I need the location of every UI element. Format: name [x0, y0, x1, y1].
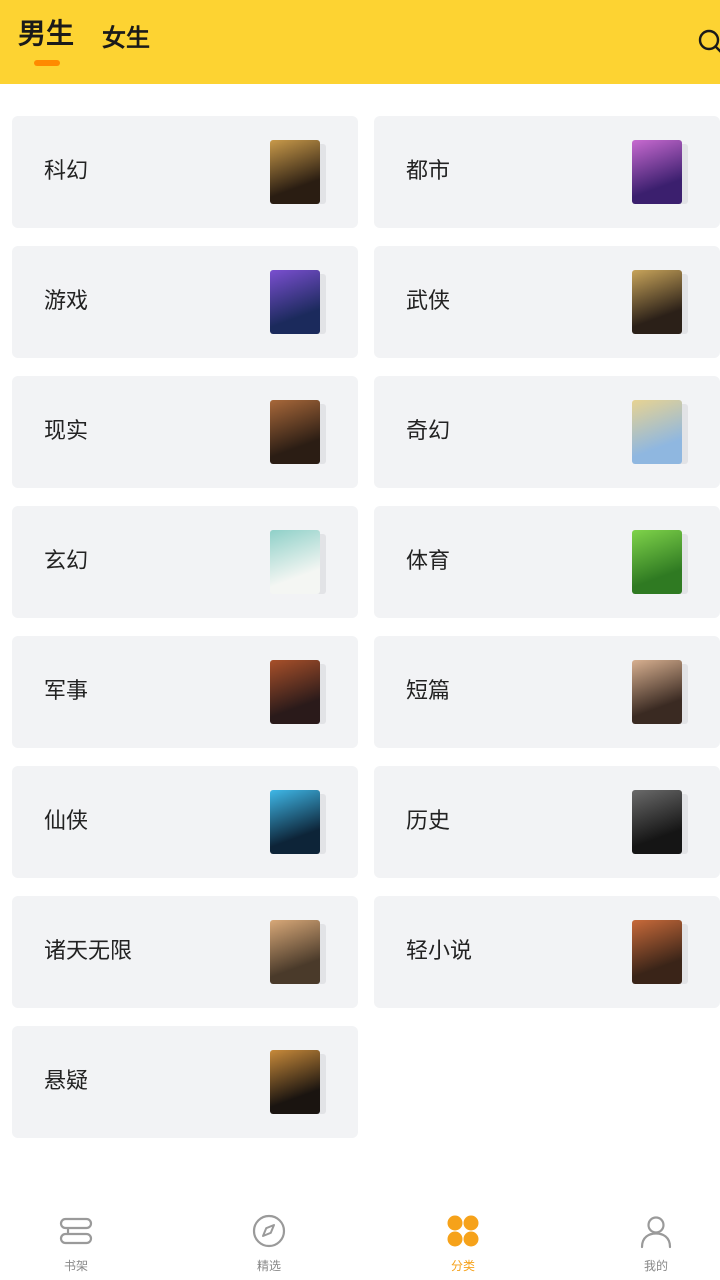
book-cover-image	[270, 660, 320, 724]
book-cover-image	[270, 270, 320, 334]
category-label: 历史	[406, 809, 451, 834]
top-header: 男生 女生	[0, 0, 720, 84]
category-card[interactable]: 玄幻	[12, 506, 358, 618]
book-cover-stack	[632, 530, 688, 594]
book-cover-stack	[270, 530, 326, 594]
bookshelf-icon	[59, 1217, 93, 1245]
user-icon	[640, 1216, 672, 1249]
tab-female[interactable]: 女生	[102, 18, 150, 53]
category-label: 体育	[406, 549, 451, 574]
category-card[interactable]: 仙侠	[12, 766, 358, 878]
tabbar-label-category: 分类	[450, 1259, 475, 1273]
book-cover-stack	[632, 920, 688, 984]
book-cover-stack	[632, 400, 688, 464]
book-cover-image	[270, 790, 320, 854]
book-cover-stack	[632, 140, 688, 204]
book-cover-stack	[270, 140, 326, 204]
book-cover-image	[632, 920, 682, 984]
category-label: 短篇	[406, 679, 451, 704]
book-cover-stack	[632, 660, 688, 724]
book-cover-image	[632, 790, 682, 854]
tabbar-label-featured: 精选	[256, 1259, 281, 1273]
category-label: 仙侠	[44, 809, 89, 834]
category-card[interactable]: 历史	[374, 766, 720, 878]
category-label: 科幻	[44, 159, 89, 184]
category-card[interactable]: 游戏	[12, 246, 358, 358]
category-label: 玄幻	[44, 549, 89, 574]
book-cover-image	[632, 270, 682, 334]
book-cover-image	[632, 140, 682, 204]
book-cover-stack	[632, 270, 688, 334]
category-grid: 科幻 都市游戏 武侠现实 奇幻玄幻 体育军事 短篇仙侠 历史诸天无限 轻小说悬疑	[12, 116, 720, 1138]
tabbar-item-bookshelf[interactable]: 书架	[16, 1205, 136, 1280]
category-card[interactable]: 诸天无限	[12, 896, 358, 1008]
category-card[interactable]: 体育	[374, 506, 720, 618]
book-cover-stack	[270, 790, 326, 854]
category-label: 现实	[44, 419, 89, 444]
category-card[interactable]: 现实	[12, 376, 358, 488]
tabbar-item-mine[interactable]: 我的	[596, 1205, 716, 1280]
search-icon	[698, 29, 720, 53]
category-card[interactable]: 武侠	[374, 246, 720, 358]
book-cover-stack	[270, 400, 326, 464]
book-cover-image	[270, 530, 320, 594]
category-label: 轻小说	[406, 939, 473, 964]
book-cover-stack	[270, 1050, 326, 1114]
category-label: 军事	[44, 679, 89, 704]
category-card[interactable]: 都市	[374, 116, 720, 228]
category-card[interactable]: 科幻	[12, 116, 358, 228]
category-card[interactable]: 军事	[12, 636, 358, 748]
tabbar-item-category[interactable]: 分类	[403, 1205, 523, 1280]
tabbar-label-bookshelf: 书架	[63, 1259, 88, 1273]
book-cover-stack	[270, 270, 326, 334]
category-grid-icon	[447, 1215, 479, 1247]
book-cover-stack	[632, 790, 688, 854]
category-card[interactable]: 奇幻	[374, 376, 720, 488]
tabbar-item-featured[interactable]: 精选	[209, 1205, 329, 1280]
book-cover-image	[270, 920, 320, 984]
category-card[interactable]: 短篇	[374, 636, 720, 748]
book-cover-image	[270, 400, 320, 464]
category-label: 悬疑	[44, 1069, 89, 1094]
bottom-tab-bar: 书架 精选 分类 我的	[0, 1205, 720, 1280]
search-button[interactable]	[696, 28, 720, 54]
category-label: 都市	[406, 159, 451, 184]
category-label: 游戏	[44, 289, 89, 314]
category-card[interactable]: 轻小说	[374, 896, 720, 1008]
category-label: 诸天无限	[44, 939, 133, 964]
book-cover-image	[270, 140, 320, 204]
book-cover-image	[632, 400, 682, 464]
category-card[interactable]: 悬疑	[12, 1026, 358, 1138]
tabbar-label-mine: 我的	[643, 1259, 668, 1273]
book-cover-image	[632, 660, 682, 724]
compass-icon	[252, 1214, 286, 1248]
active-tab-indicator	[34, 60, 60, 66]
tab-male[interactable]: 男生	[18, 12, 74, 52]
category-label: 奇幻	[406, 419, 451, 444]
book-cover-image	[270, 1050, 320, 1114]
book-cover-stack	[270, 920, 326, 984]
category-label: 武侠	[406, 289, 451, 314]
book-cover-stack	[270, 660, 326, 724]
book-cover-image	[632, 530, 682, 594]
